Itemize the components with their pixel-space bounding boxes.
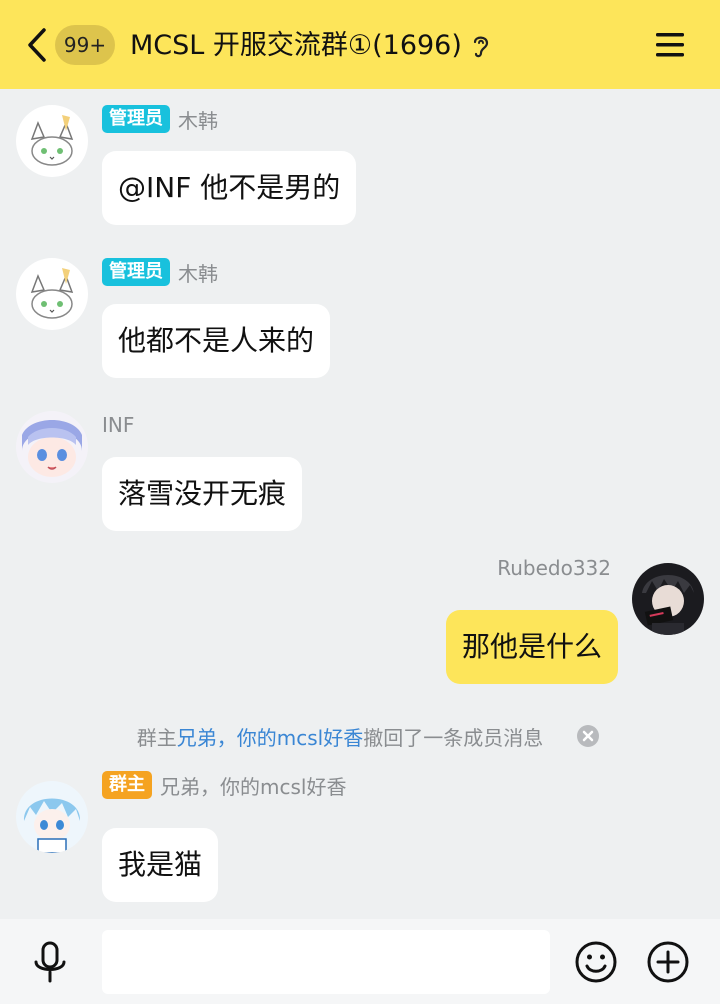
message-meta: Rubedo332: [497, 553, 611, 583]
message-input[interactable]: [102, 930, 550, 994]
message-item: INF 落雪没开无痕: [0, 395, 720, 545]
avatar[interactable]: [16, 411, 88, 483]
emoji-icon[interactable]: [574, 940, 618, 984]
sender-name[interactable]: Rubedo332: [497, 556, 611, 580]
avatar[interactable]: [16, 781, 88, 853]
recall-notice-prefix: 群主: [136, 725, 177, 750]
recall-notice-member-link[interactable]: 兄弟，你的mcsl好香: [177, 722, 363, 751]
hamburger-menu-icon[interactable]: [654, 30, 686, 60]
recall-notice: 群主 兄弟，你的mcsl好香 撤回了一条成员消息: [0, 720, 720, 752]
avatar[interactable]: [16, 258, 88, 330]
avatar[interactable]: [16, 105, 88, 177]
dark-character-avatar-icon: [632, 563, 704, 635]
message-meta: 管理员 木韩: [102, 257, 218, 287]
close-circle-icon[interactable]: [576, 724, 600, 748]
message-item: 管理员 木韩 他都不是人来的: [0, 242, 720, 392]
unread-count-badge[interactable]: 99+: [55, 25, 115, 65]
message-meta: 管理员 木韩: [102, 104, 218, 134]
cat-avatar-icon: [16, 105, 88, 177]
role-badge-admin: 管理员: [102, 258, 170, 286]
sender-name[interactable]: INF: [102, 413, 134, 437]
chat-header: 99+ MCSL 开服交流群①(1696): [0, 0, 720, 89]
sender-name[interactable]: 木韩: [178, 105, 218, 134]
message-bubble[interactable]: 他都不是人来的: [102, 304, 331, 378]
message-bubble[interactable]: 落雪没开无痕: [102, 457, 303, 531]
role-badge-owner: 群主: [102, 771, 152, 799]
blue-hair-avatar-icon: [16, 781, 88, 853]
anime-girl-avatar-icon: [16, 411, 88, 483]
microphone-icon[interactable]: [32, 940, 68, 984]
avatar[interactable]: [632, 563, 704, 635]
chevron-left-icon[interactable]: [24, 27, 50, 63]
sender-name[interactable]: 木韩: [178, 258, 218, 287]
message-item-mine: Rubedo332 那他是什么: [0, 548, 720, 698]
message-bubble[interactable]: 我是猫: [102, 828, 219, 902]
message-list[interactable]: 管理员 木韩 @INF 他不是男的 管理员 木韩 他都不是人来的 INF 落雪没…: [0, 89, 720, 919]
role-badge-admin: 管理员: [102, 105, 170, 133]
message-item: 群主 兄弟，你的mcsl好香 我是猫: [0, 765, 720, 915]
sender-name[interactable]: 兄弟，你的mcsl好香: [160, 771, 346, 800]
message-meta: INF: [102, 410, 134, 440]
group-title[interactable]: MCSL 开服交流群①(1696): [130, 26, 462, 66]
plus-circle-icon[interactable]: [646, 940, 690, 984]
message-bubble-mine[interactable]: 那他是什么: [445, 610, 618, 684]
message-meta: 群主 兄弟，你的mcsl好香: [102, 770, 346, 800]
recall-notice-suffix: 撤回了一条成员消息: [363, 725, 544, 750]
message-item: 管理员 木韩 @INF 他不是男的: [0, 89, 720, 239]
ear-icon: [473, 36, 489, 58]
message-bubble[interactable]: @INF 他不是男的: [102, 151, 357, 225]
cat-avatar-icon: [16, 258, 88, 330]
